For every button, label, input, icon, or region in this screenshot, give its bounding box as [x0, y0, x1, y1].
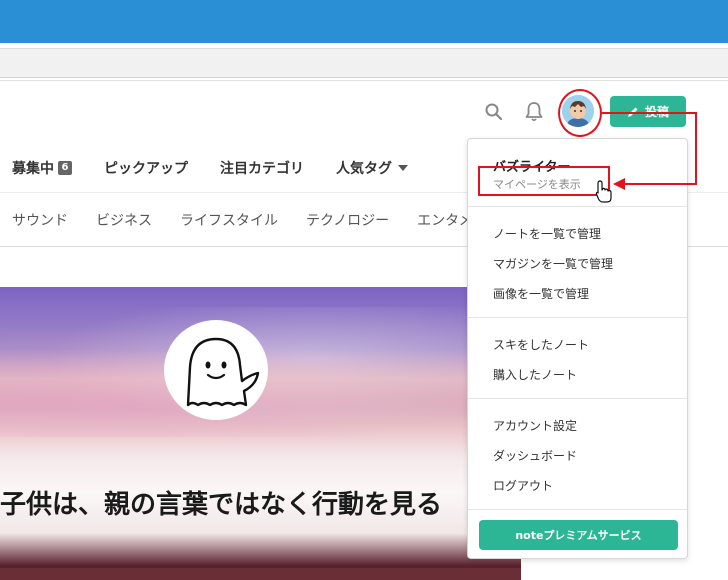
category-sound[interactable]: サウンド	[12, 210, 68, 230]
nav-item-label: ピックアップ	[104, 161, 188, 177]
menu-manage-magazines[interactable]: マガジンを一覧で管理	[493, 255, 613, 272]
nav-item-recruiting[interactable]: 募集中 6	[12, 158, 72, 178]
menu-manage-images[interactable]: 画像を一覧で管理	[493, 285, 589, 302]
category-lifestyle[interactable]: ライフスタイル	[180, 210, 278, 230]
menu-liked-notes[interactable]: スキをしたノート	[493, 336, 589, 353]
menu-separator	[468, 398, 687, 399]
post-button-label: 投稿	[644, 105, 669, 119]
ghost-icon	[186, 337, 260, 407]
menu-separator	[468, 206, 687, 207]
user-dropdown-menu: バズライター マイページを表示 ノートを一覧で管理 マガジンを一覧で管理 画像を…	[467, 138, 688, 559]
menu-account-settings[interactable]: アカウント設定	[493, 417, 577, 434]
hero-bottom	[0, 568, 521, 580]
user-avatar[interactable]	[562, 95, 594, 127]
count-badge: 6	[58, 161, 72, 175]
menu-logout[interactable]: ログアウト	[493, 477, 553, 494]
menu-manage-notes[interactable]: ノートを一覧で管理	[493, 225, 601, 242]
menu-dashboard[interactable]: ダッシュボード	[493, 447, 577, 464]
post-button[interactable]: 投稿	[610, 96, 686, 127]
nav-item-pickup[interactable]: ピックアップ	[104, 158, 188, 178]
category-entertainment[interactable]: エンタメ	[417, 210, 473, 230]
category-business[interactable]: ビジネス	[96, 210, 152, 230]
nav-item-featured-category[interactable]: 注目カテゴリ	[220, 158, 304, 178]
menu-purchased-notes[interactable]: 購入したノート	[493, 366, 577, 383]
search-icon[interactable]	[482, 100, 506, 124]
mypage-highlight	[478, 166, 610, 196]
nav-item-label: 募集中	[12, 161, 54, 177]
hero-title[interactable]: 子供は、親の言葉ではなく行動を見る	[0, 484, 521, 521]
caret-down-icon	[398, 165, 408, 171]
nav-item-label: 注目カテゴリ	[220, 161, 304, 177]
page: 投稿 募集中 6 ピックアップ 注目カテゴリ 人気タグ サウンド ビジネス ライ…	[0, 0, 728, 580]
browser-divider	[0, 80, 728, 81]
hand-cursor-icon	[595, 180, 612, 203]
nav-item-label: 人気タグ	[336, 161, 392, 177]
menu-separator	[468, 317, 687, 318]
category-nav: サウンド ビジネス ライフスタイル テクノロジー エンタメ	[0, 204, 501, 236]
bell-icon[interactable]	[522, 100, 546, 124]
primary-nav: 募集中 6 ピックアップ 注目カテゴリ 人気タグ	[0, 150, 440, 186]
pencil-icon	[627, 107, 638, 117]
premium-service-button[interactable]: noteプレミアムサービス	[479, 520, 678, 550]
category-technology[interactable]: テクノロジー	[306, 210, 389, 230]
nav-item-popular-tags[interactable]: 人気タグ	[336, 158, 408, 178]
ghost-avatar[interactable]	[164, 320, 268, 420]
browser-toolbar	[0, 48, 728, 78]
browser-title-bar	[0, 0, 728, 43]
menu-separator	[468, 509, 687, 510]
